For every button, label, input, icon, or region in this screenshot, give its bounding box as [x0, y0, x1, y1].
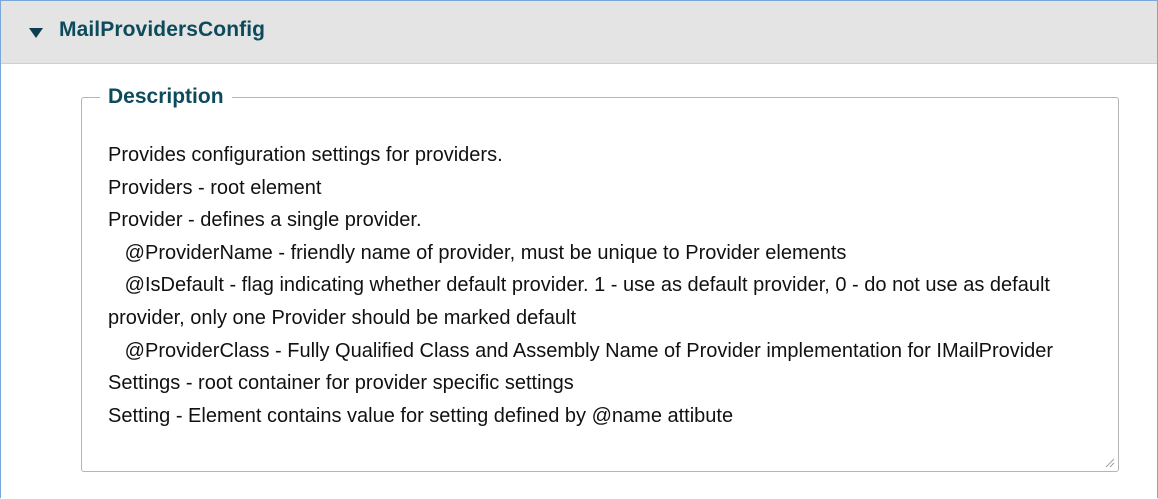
panel-header-toggle[interactable]: MailProvidersConfig — [1, 1, 1157, 64]
resize-grip-icon[interactable] — [1103, 456, 1115, 468]
description-legend: Description — [108, 85, 224, 108]
description-textarea[interactable]: Provides configuration settings for prov… — [90, 139, 1130, 485]
caret-down-icon[interactable] — [29, 28, 43, 38]
description-fieldset: Description Provides configuration setti… — [81, 85, 1130, 485]
config-panel: MailProvidersConfig Description Provides… — [0, 0, 1158, 498]
panel-title: MailProvidersConfig — [59, 18, 266, 41]
